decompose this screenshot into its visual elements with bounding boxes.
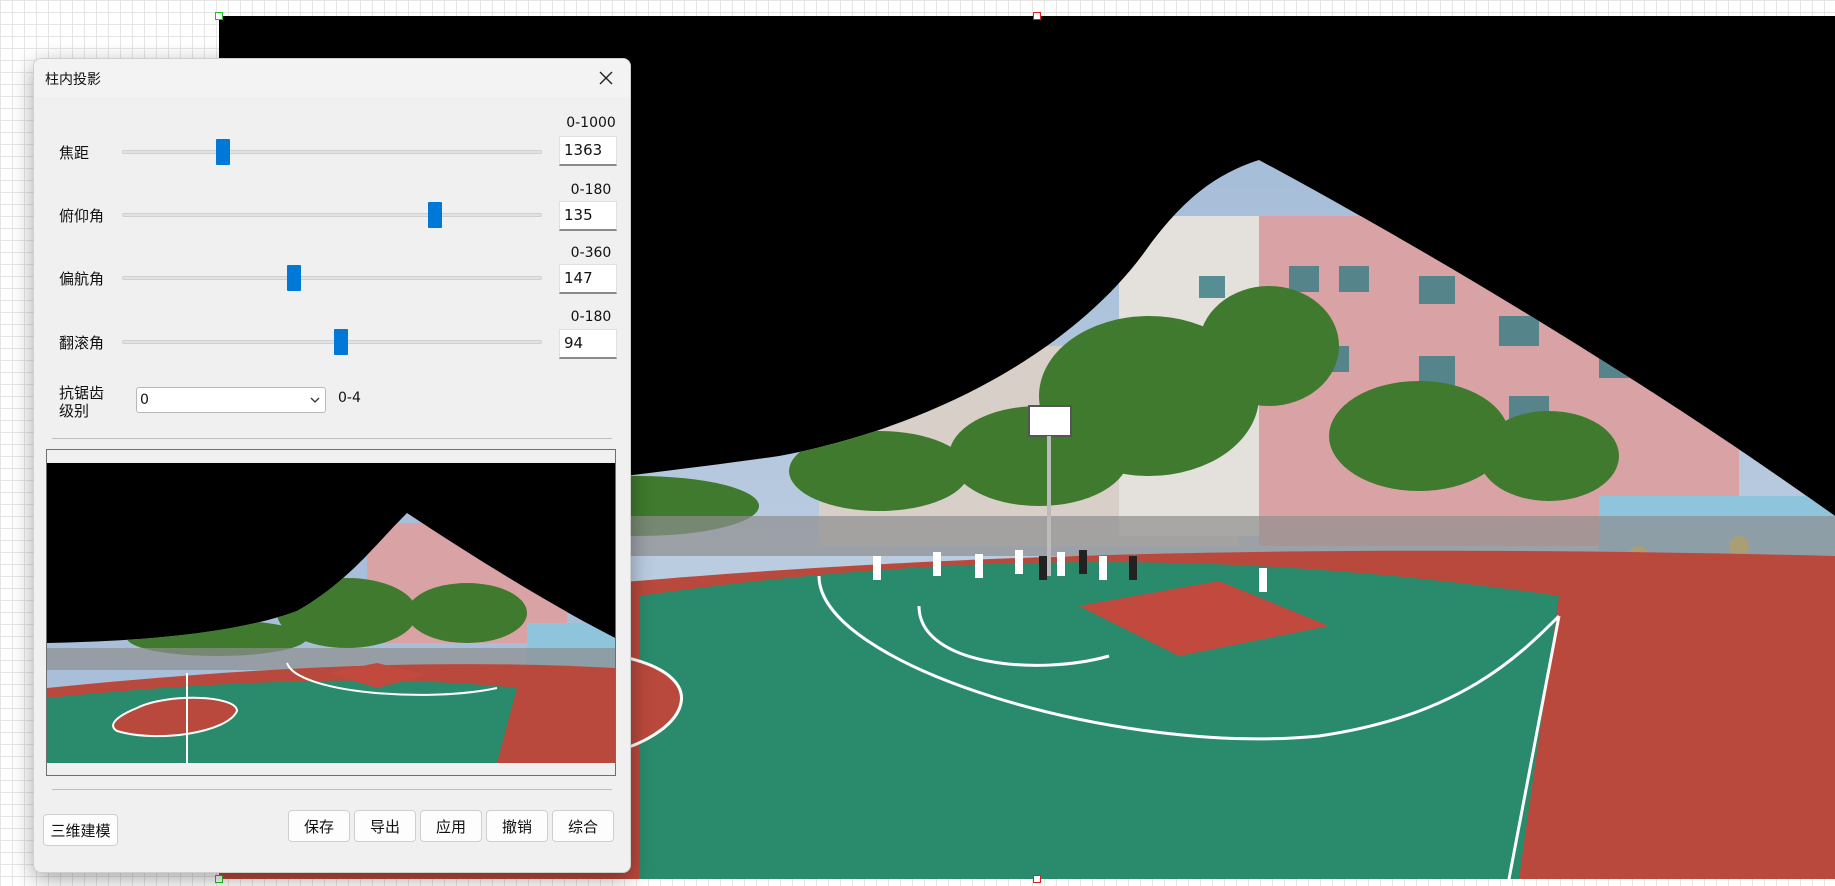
slider-thumb[interactable] [215,139,230,165]
resize-handle-top-center[interactable] [1033,12,1041,20]
slider-track [122,150,542,154]
roll-label: 翻滚角 [59,334,105,352]
close-icon [599,71,613,85]
dialog-titlebar: 柱内投影 [34,59,630,97]
save-button[interactable]: 保存 [288,810,350,842]
export-button[interactable]: 导出 [354,810,416,842]
pitch-input[interactable]: 135 [559,201,617,231]
roll-range: 0-180 [570,309,612,325]
preview-image [47,463,615,763]
antialias-label: 抗锯齿级别 [59,384,105,420]
yaw-input[interactable]: 147 [559,264,617,294]
chevron-down-icon [310,397,320,403]
resize-handle-bottom-center[interactable] [1033,875,1041,883]
yaw-range: 0-360 [570,245,612,261]
pitch-slider[interactable] [122,202,542,228]
slider-thumb[interactable] [427,202,442,228]
close-button[interactable] [590,63,622,93]
yaw-slider[interactable] [122,265,542,291]
focal-length-input[interactable]: 1363 [559,136,617,166]
slider-thumb[interactable] [287,265,302,291]
slider-track [122,213,542,217]
yaw-label: 偏航角 [59,270,105,288]
roll-input[interactable]: 94 [559,329,617,359]
pitch-range: 0-180 [570,182,612,198]
slider-track [122,340,542,344]
resize-handle-top-left[interactable] [215,12,223,20]
antialias-select[interactable]: 0 [136,387,326,413]
dialog-title: 柱内投影 [45,72,101,88]
focal-length-range: 0-1000 [566,115,616,131]
focal-length-slider[interactable] [122,139,542,165]
divider [52,438,612,439]
divider [52,789,612,790]
apply-button[interactable]: 应用 [420,810,482,842]
antialias-selected-value: 0 [140,392,149,408]
pitch-label: 俯仰角 [59,207,105,225]
slider-track [122,276,542,280]
3d-modeling-button[interactable]: 三维建模 [43,814,118,846]
resize-handle-bottom-left[interactable] [215,875,223,883]
roll-slider[interactable] [122,329,542,355]
antialias-range: 0-4 [338,390,361,406]
preview-frame [46,449,616,776]
slider-thumb[interactable] [334,329,349,355]
focal-length-label: 焦距 [59,144,90,162]
cylinder-projection-dialog: 柱内投影 0-1000 焦距 1363 0-180 俯仰角 135 0-360 … [33,58,631,873]
combine-button[interactable]: 综合 [552,810,614,842]
undo-button[interactable]: 撤销 [486,810,548,842]
